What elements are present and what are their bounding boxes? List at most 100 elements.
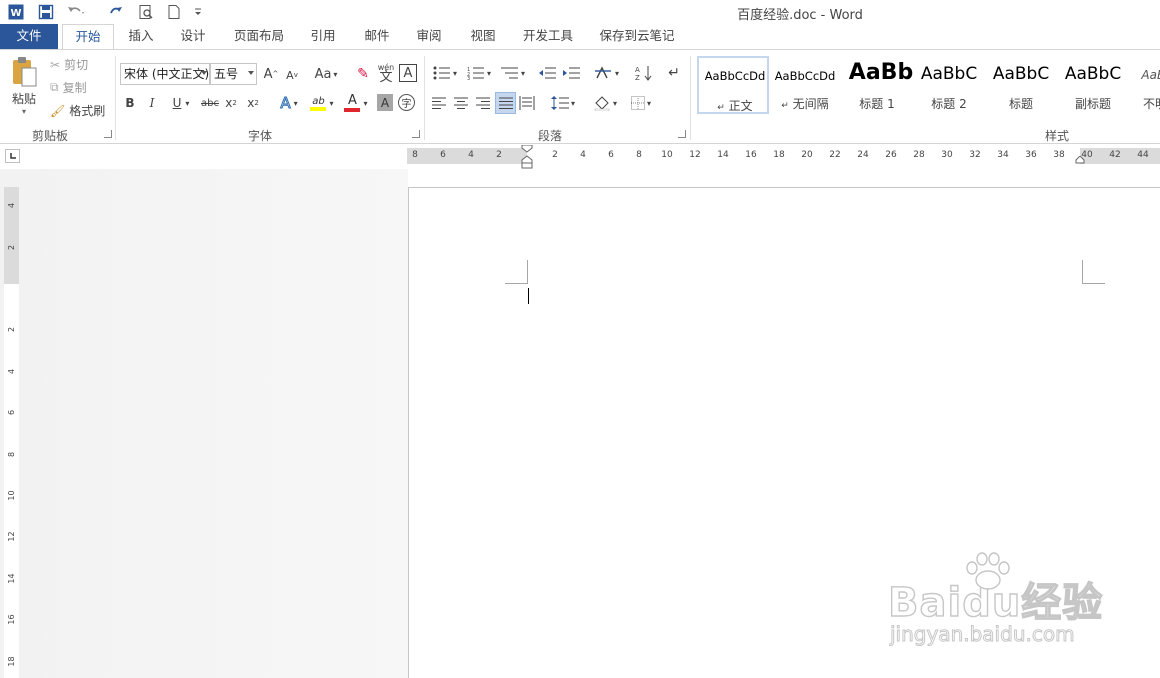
style-name: 标题 2: [931, 97, 967, 111]
styles-gallery: AaBbCcDd ↵ 正文 AaBbCcDd ↵ 无间隔 AaBb 标题 1 A…: [695, 50, 1160, 120]
ruler-tick-label: 6: [608, 150, 614, 160]
decrease-indent-button[interactable]: [538, 62, 558, 84]
grow-font-button[interactable]: A ^: [262, 64, 280, 84]
character-border-button[interactable]: A: [399, 64, 417, 82]
right-indent-marker-icon[interactable]: [1075, 156, 1085, 164]
tab-home[interactable]: 开始: [62, 24, 114, 50]
paste-button[interactable]: 粘贴 ▾: [6, 56, 42, 120]
font-size-select[interactable]: 五号: [210, 63, 257, 85]
highlight-button[interactable]: ab ▾: [306, 92, 338, 114]
increase-indent-button[interactable]: [562, 62, 582, 84]
style-normal[interactable]: AaBbCcDd ↵ 正文: [697, 56, 769, 114]
chevron-down-icon: [201, 71, 207, 75]
increase-indent-icon: [563, 67, 580, 79]
show-formatting-marks-button[interactable]: ↵: [664, 62, 684, 84]
ruler-tick-label: 20: [801, 150, 813, 160]
superscript-button[interactable]: x2: [244, 93, 262, 113]
underline-button[interactable]: U ▾: [166, 93, 196, 113]
italic-button[interactable]: I: [144, 93, 160, 113]
align-right-button[interactable]: [474, 93, 492, 113]
font-name-select[interactable]: 宋体 (中文正文): [120, 63, 210, 85]
font-color-button[interactable]: A ▾: [340, 92, 372, 114]
underline-icon: U: [172, 96, 182, 110]
vertical-ruler[interactable]: 4 2 2 4 6 8 10 12 14 16 18: [4, 187, 19, 678]
svg-text:A: A: [635, 66, 640, 74]
numbering-button[interactable]: 123 ▾: [464, 62, 494, 84]
tab-cloud-notes[interactable]: 保存到云笔记: [592, 24, 682, 49]
ruler-tick-label: 16: [745, 150, 757, 160]
format-painter-button[interactable]: 🖌 格式刷: [50, 102, 105, 119]
change-case-button[interactable]: Aa ▾: [310, 64, 342, 84]
tab-review[interactable]: 审阅: [408, 24, 450, 49]
distributed-button[interactable]: [518, 93, 536, 113]
watermark-url: jingyan.baidu.com: [890, 622, 1076, 647]
strikethrough-button[interactable]: abc: [198, 93, 222, 113]
subscript-button[interactable]: x2: [222, 93, 240, 113]
shading-button[interactable]: ▾: [590, 92, 620, 114]
sort-button[interactable]: AZ: [634, 62, 654, 84]
line-spacing-button[interactable]: ▾: [548, 92, 578, 114]
cut-button[interactable]: ✂ 剪切: [50, 56, 88, 73]
ruler-tick-label: 34: [997, 150, 1009, 160]
indent-marker-icon[interactable]: [521, 145, 533, 169]
tab-selector-button[interactable]: [5, 149, 20, 163]
left-tab-icon: [9, 153, 16, 159]
superscript-icon: x: [247, 96, 255, 110]
tab-references[interactable]: 引用: [302, 24, 344, 49]
enclose-characters-button[interactable]: 字: [398, 94, 415, 111]
chevron-down-icon: [248, 71, 254, 75]
phonetic-guide-button[interactable]: wén 文: [376, 61, 396, 85]
tab-developer[interactable]: 开发工具: [514, 24, 582, 49]
style-heading-1[interactable]: AaBb 标题 1: [841, 56, 913, 114]
style-no-spacing[interactable]: AaBbCcDd ↵ 无间隔: [769, 56, 841, 114]
justify-button[interactable]: [495, 92, 516, 114]
paint-bucket-icon: [594, 96, 610, 111]
style-title[interactable]: AaBbC 标题: [985, 56, 1057, 114]
borders-button[interactable]: ▾: [626, 92, 656, 114]
character-shading-button[interactable]: A: [377, 94, 393, 111]
crop-mark-top-left: [505, 283, 528, 284]
highlight-icon: ab: [312, 95, 325, 107]
tab-view[interactable]: 视图: [462, 24, 504, 49]
bullets-icon: [433, 66, 450, 80]
bold-button[interactable]: B: [122, 93, 138, 113]
tab-insert[interactable]: 插入: [120, 24, 162, 49]
multilevel-list-button[interactable]: ▾: [498, 62, 528, 84]
ruler-tick-label: 4: [580, 150, 586, 160]
paragraph-dialog-launcher-icon[interactable]: [678, 130, 686, 138]
style-sample: AaBl: [1141, 68, 1160, 82]
font-dialog-launcher-icon[interactable]: [412, 130, 420, 138]
vertical-ruler-tick-label: 18: [7, 656, 16, 667]
clear-formatting-button[interactable]: ✎: [354, 64, 372, 84]
crop-mark-top-right: [1082, 260, 1083, 284]
vertical-ruler-tick-label: 14: [7, 573, 16, 584]
copy-button[interactable]: ⧉ 复制: [50, 79, 87, 96]
numbering-icon: 123: [467, 67, 484, 80]
bullets-button[interactable]: ▾: [430, 62, 460, 84]
style-name: ↵ 无间隔: [781, 97, 829, 111]
ruler-tick-label: 30: [941, 150, 953, 160]
style-sample: AaBb: [848, 60, 913, 85]
paragraph-group-label: 段落: [537, 129, 562, 143]
ruler-tick-label: 24: [857, 150, 869, 160]
shrink-font-button[interactable]: Av: [284, 66, 300, 84]
chinese-layout-button[interactable]: ▾: [592, 62, 622, 84]
ribbon: 粘贴 ▾ ✂ 剪切 ⧉ 复制 🖌 格式刷 剪贴板 宋体 (中文正文) 五号 A ^…: [0, 49, 1160, 144]
tab-file[interactable]: 文件: [0, 24, 58, 49]
style-subtle-emphasis[interactable]: AaBl 不明: [1129, 56, 1160, 114]
align-center-button[interactable]: [452, 93, 470, 113]
horizontal-ruler[interactable]: 8 6 4 2 2 4 6 8 10 12 14 16 18 20 22 24 26 28 30 32 34 36 38 40…: [407, 145, 1160, 169]
font-color-icon: A: [348, 93, 357, 108]
tab-design[interactable]: 设计: [172, 24, 214, 49]
scissors-icon: ✂: [50, 57, 61, 72]
ruler-tick-label: 32: [969, 150, 981, 160]
shrink-font-icon: A: [286, 68, 294, 82]
ruler-tick-label: 6: [440, 150, 446, 160]
decrease-indent-icon: [539, 67, 556, 79]
tab-mailings[interactable]: 邮件: [356, 24, 398, 49]
text-effects-button[interactable]: A ▾: [274, 92, 304, 114]
tab-layout[interactable]: 页面布局: [226, 24, 292, 49]
clipboard-dialog-launcher-icon[interactable]: [104, 130, 112, 138]
style-heading-2[interactable]: AaBbC 标题 2: [913, 56, 985, 114]
align-left-button[interactable]: [430, 93, 448, 113]
